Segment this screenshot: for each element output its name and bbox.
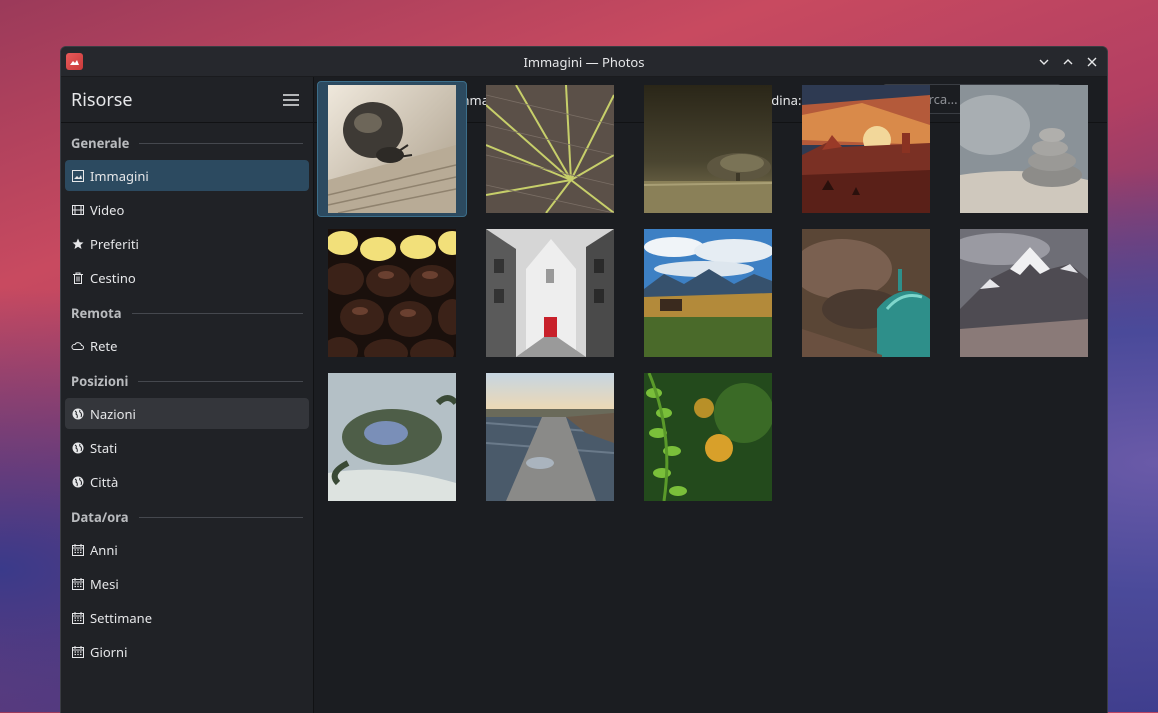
thumbnail-snowy-mountains[interactable] [960, 229, 1088, 357]
app-icon [66, 53, 83, 70]
sidebar-item-citta[interactable]: Città [65, 466, 309, 497]
globe-icon [71, 441, 84, 454]
globe-icon [71, 407, 84, 420]
thumbnail-field-tree[interactable] [644, 85, 772, 213]
section-generale: Generale [61, 129, 313, 157]
calendar-icon [71, 543, 84, 556]
photos-window: Immagini — Photos Risorse Generale Immag… [60, 46, 1108, 713]
calendar-icon [71, 611, 84, 624]
sidebar-title: Risorse [71, 87, 133, 112]
thumbnail-underwater-creature[interactable] [328, 373, 456, 501]
section-posizioni: Posizioni [61, 367, 313, 395]
sidebar-item-nazioni[interactable]: Nazioni [65, 398, 309, 429]
thumbnail-pier-lake[interactable] [486, 373, 614, 501]
calendar-icon [71, 645, 84, 658]
sidebar-item-cestino[interactable]: Cestino [65, 262, 309, 293]
cloud-icon [71, 339, 84, 352]
thumbnail-church-street[interactable] [486, 229, 614, 357]
sidebar-item-giorni[interactable]: Giorni [65, 636, 309, 667]
sidebar-item-mesi[interactable]: Mesi [65, 568, 309, 599]
image-icon [71, 169, 84, 182]
main-content: Immagini Ordina: Nome [314, 77, 1107, 713]
thumbnail-leaf[interactable] [486, 85, 614, 213]
sidebar-item-stati[interactable]: Stati [65, 432, 309, 463]
thumbnail-cathedral-dome[interactable] [802, 229, 930, 357]
window-title: Immagini — Photos [523, 52, 645, 71]
thumbnail-green-plant[interactable] [644, 373, 772, 501]
section-data-ora: Data/ora [61, 503, 313, 531]
globe-icon [71, 475, 84, 488]
title-bar: Immagini — Photos [61, 47, 1107, 77]
sidebar-item-immagini[interactable]: Immagini [65, 160, 309, 191]
sidebar-item-settimane[interactable]: Settimane [65, 602, 309, 633]
film-icon [71, 203, 84, 216]
thumbnail-stacked-stones[interactable] [960, 85, 1088, 213]
sidebar-item-video[interactable]: Video [65, 194, 309, 225]
sidebar-item-anni[interactable]: Anni [65, 534, 309, 565]
thumbnail-desert-sunset[interactable] [802, 85, 930, 213]
maximize-icon[interactable] [1057, 51, 1079, 73]
thumbnail-snail[interactable] [328, 85, 456, 213]
calendar-icon [71, 577, 84, 590]
thumbnail-chocolates[interactable] [328, 229, 456, 357]
star-icon [71, 237, 84, 250]
sidebar-item-preferiti[interactable]: Preferiti [65, 228, 309, 259]
close-icon[interactable] [1081, 51, 1103, 73]
minimize-icon[interactable] [1033, 51, 1055, 73]
thumbnail-mountain-meadow[interactable] [644, 229, 772, 357]
sidebar-item-rete[interactable]: Rete [65, 330, 309, 361]
sidebar: Risorse Generale Immagini Video Preferit… [61, 77, 314, 713]
trash-icon [71, 271, 84, 284]
section-remota: Remota [61, 299, 313, 327]
hamburger-menu-icon[interactable] [279, 88, 303, 112]
